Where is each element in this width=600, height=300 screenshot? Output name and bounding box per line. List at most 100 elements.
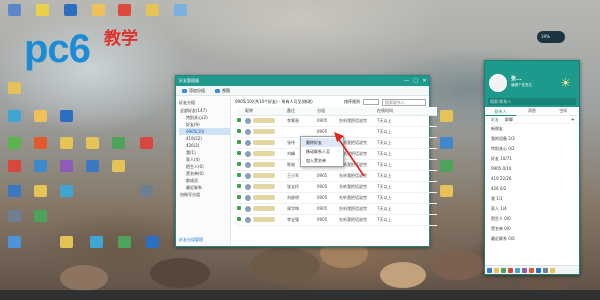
subtab-groups[interactable]: 群聊 [505,117,513,123]
desktop-icon[interactable] [440,185,453,197]
desktop-icon[interactable] [8,185,21,197]
row-checkbox[interactable] [237,118,241,122]
window-titlebar[interactable]: 好友管理器 — □ ✕ [176,76,429,86]
sidebar-group-item[interactable]: 最近联系 [179,184,230,191]
subtab-friends[interactable]: 好友 [491,117,499,123]
desktop-icon[interactable] [118,236,131,248]
table-row[interactable]: 张宝玲 0905 先听我把话说完 7天以上 [237,181,437,193]
desktop-icon[interactable] [440,160,453,172]
table-row[interactable]: 刘俊明 0905 先听我把话说完 7天以上 [237,192,437,204]
desktop-icon[interactable] [60,160,73,172]
desktop-icon[interactable] [8,110,21,122]
panel-group-item[interactable]: 426 0/2 [491,184,579,194]
desktop-icon[interactable] [60,137,73,149]
app-icon[interactable] [536,267,541,273]
panel-group-item[interactable]: 好友 10/71 [491,154,579,164]
row-checkbox[interactable] [237,217,241,221]
column-header[interactable] [339,107,377,116]
user-signature[interactable]: 编辑个性签名 [511,83,532,88]
sort-select[interactable] [363,99,379,105]
search-input[interactable]: 搜索联系人 [382,98,426,106]
desktop-icon[interactable] [34,185,47,197]
desktop-icon[interactable] [8,4,21,16]
desktop-icon[interactable] [440,137,453,149]
desktop-icon[interactable] [34,110,47,122]
app-icon[interactable] [522,267,527,273]
desktop-icon[interactable] [112,160,125,172]
row-checkbox[interactable] [237,195,241,199]
panel-group-item[interactable]: 419 22/26 [491,174,579,184]
desktop-icon[interactable] [86,160,99,172]
desktop-icon[interactable] [34,210,47,222]
panel-group-item[interactable]: 新朋友 [491,124,579,134]
row-checkbox[interactable] [237,140,241,144]
panel-group-item[interactable]: 特别关心 0/2 [491,144,579,154]
sidebar-group-item[interactable]: 我(1) [179,149,230,156]
row-checkbox[interactable] [237,151,241,155]
desktop-icon[interactable] [112,137,125,149]
desktop-icon[interactable] [92,4,105,16]
desktop-icon[interactable] [86,137,99,149]
sidebar-group-item[interactable]: 特别关心(2) [179,114,230,121]
group-manage-link[interactable]: 好友分组管理 [179,237,203,243]
sidebar-group-item[interactable]: 黑名单(0) [179,170,230,177]
table-row[interactable]: 李景晋 0905 先听我把话说完 7天以上 [237,115,437,127]
desktop-icon[interactable] [140,185,153,197]
avatar[interactable] [489,74,507,92]
panel-group-item[interactable]: 我 1/1 [491,194,579,204]
panel-search-input[interactable]: 搜索:联系人 [488,98,576,105]
column-header[interactable]: 备注 [287,107,317,116]
app-icon[interactable] [529,267,534,273]
table-row[interactable]: 李宝强 0905 先听我把话说完 7天以上 [237,214,437,226]
sidebar-group-item[interactable]: 426(2) [179,142,230,149]
desktop-icon[interactable] [60,110,73,122]
add-icon[interactable]: + [571,117,575,123]
row-checkbox[interactable] [237,173,241,177]
desktop-icon[interactable] [8,236,21,248]
weather-icon[interactable]: ☀ [560,76,571,90]
desktop-icon[interactable] [8,160,21,172]
panel-group-item[interactable]: 黑名单 0/0 [491,224,579,234]
row-checkbox[interactable] [237,184,241,188]
minimize-button[interactable]: — [402,76,411,86]
row-checkbox[interactable] [237,129,241,133]
desktop-icon[interactable] [146,4,159,16]
desktop-icon[interactable] [8,82,21,94]
view-button[interactable]: 视图 [215,88,230,94]
tab-space[interactable]: 空间 [548,108,579,114]
sidebar-group-item[interactable]: 群成员 [179,177,230,184]
desktop-icon[interactable] [118,4,131,16]
panel-group-item[interactable]: 我的设备 2/3 [491,134,579,144]
column-header[interactable]: 在线时间 [377,107,437,116]
app-icon[interactable] [515,267,520,273]
maximize-button[interactable]: □ [411,76,420,86]
sidebar-group-item[interactable]: 由账号分组 [179,191,230,198]
app-icon[interactable] [508,267,513,273]
desktop-icon[interactable] [60,185,73,197]
column-header[interactable]: 分组 [317,107,339,116]
tab-contacts[interactable]: 联系人 [485,107,517,116]
app-icon[interactable] [494,267,499,273]
add-group-button[interactable]: 添加分组 [182,88,205,94]
sidebar-group-item[interactable]: 0905(10) [179,128,230,135]
desktop-icon[interactable] [36,4,49,16]
app-icon[interactable] [501,267,506,273]
app-icon[interactable] [550,267,555,273]
sidebar-group-item[interactable]: 全部好友(147) [179,107,230,114]
desktop-icon[interactable] [140,137,153,149]
panel-group-item[interactable]: 0905 0/10 [491,164,579,174]
desktop-icon[interactable] [60,236,73,248]
app-icon[interactable] [487,267,492,273]
column-header[interactable]: 昵称 [245,107,287,116]
desktop-icon[interactable] [34,137,47,149]
desktop-icon[interactable] [440,110,453,122]
sidebar-group-item[interactable]: 陌生人(0) [179,163,230,170]
close-button[interactable]: ✕ [420,76,429,86]
sidebar-group-item[interactable]: 家人(4) [179,156,230,163]
desktop-icon[interactable] [8,137,21,149]
sidebar-group-item[interactable]: 419(22) [179,135,230,142]
column-header[interactable] [237,107,245,116]
tab-messages[interactable]: 消息 [516,108,547,114]
row-checkbox[interactable] [237,206,241,210]
desktop-icon[interactable] [174,4,187,16]
